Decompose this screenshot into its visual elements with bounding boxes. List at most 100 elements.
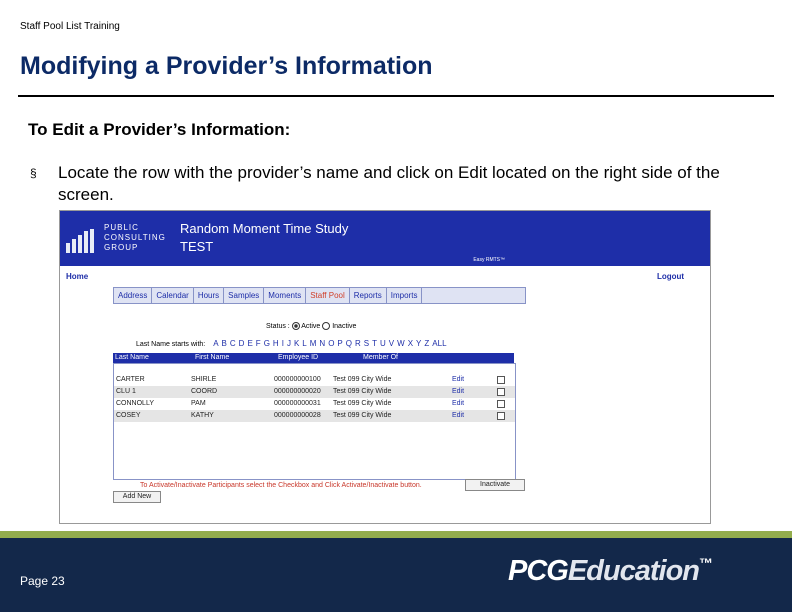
logout-link[interactable]: Logout [657,272,684,281]
letter-link-o[interactable]: O [328,339,334,348]
page-title: Modifying a Provider’s Information [20,52,433,80]
letter-link-all[interactable]: ALL [432,339,446,348]
status-label: Status : [266,322,290,330]
cell-last: CARTER [116,376,145,383]
cell-id: 000000000028 [274,412,321,419]
letter-link-c[interactable]: C [230,339,236,348]
letter-link-i[interactable]: I [282,339,284,348]
letter-links: A B C D E F G H I J K L M N O P Q R S T U V W X Y Z ALL [213,339,449,348]
cell-first: KATHY [191,412,214,419]
powered-by: Easy RMTS™ [473,257,505,263]
letter-link-z[interactable]: Z [424,339,429,348]
row-checkbox[interactable] [497,412,505,420]
edit-link[interactable]: Edit [452,412,464,419]
edit-link[interactable]: Edit [452,400,464,407]
bullet-icon: § [30,166,37,180]
letter-filter: Last Name starts with: ABCDEFGHIJKLMNOPQ… [136,339,450,348]
cell-member: Test 099 City Wide [333,388,392,395]
app-header: PUBLIC CONSULTING GROUP Random Moment Ti… [60,211,710,266]
letter-link-j[interactable]: J [287,339,291,348]
menu-item-address[interactable]: Address [114,288,153,303]
col-employee-id: Employee ID [278,354,319,361]
menu-item-reports[interactable]: Reports [350,288,387,303]
cell-member: Test 099 City Wide [333,376,392,383]
app-screenshot: PUBLIC CONSULTING GROUP Random Moment Ti… [59,210,711,524]
pcg-logo-icon [66,229,100,253]
row-checkbox[interactable] [497,376,505,384]
menu-item-hours[interactable]: Hours [194,288,225,303]
letter-link-k[interactable]: K [294,339,299,348]
edit-link[interactable]: Edit [452,376,464,383]
pcg-education-logo: PCGEducation™ [508,555,713,588]
letter-link-n[interactable]: N [319,339,325,348]
cell-member: Test 099 City Wide [333,400,392,407]
letter-link-a[interactable]: A [213,339,218,348]
brand-education: Education [567,555,700,587]
home-link[interactable]: Home [66,272,88,281]
cell-id: 000000000031 [274,400,321,407]
letter-link-h[interactable]: H [273,339,279,348]
letter-link-d[interactable]: D [239,339,245,348]
main-menu: Address Calendar Hours Samples Moments S… [113,287,526,304]
letter-link-v[interactable]: V [389,339,394,348]
col-member-of: Member Of [363,354,399,361]
col-last-name: Last Name [115,354,149,361]
cell-last: CONNOLLY [116,400,154,407]
cell-id: 000000000020 [274,388,321,395]
table-row: CONNOLLY PAM 000000000031 Test 099 City … [114,398,515,410]
col-first-name: First Name [195,354,230,361]
status-inactive-label: Inactive [332,322,357,330]
cell-member: Test 099 City Wide [333,412,392,419]
add-new-button[interactable]: Add New [113,491,161,503]
status-active-label: Active [301,322,321,330]
cell-first: PAM [191,400,206,407]
status-inactive-radio[interactable] [322,322,331,330]
row-checkbox[interactable] [497,400,505,408]
menu-item-samples[interactable]: Samples [224,288,265,303]
letter-link-l[interactable]: L [302,339,306,348]
menu-item-staff-pool[interactable]: Staff Pool [306,288,350,303]
letter-link-w[interactable]: W [397,339,405,348]
last-name-label: Last Name starts with: [136,341,206,348]
letter-link-t[interactable]: T [372,339,377,348]
letter-link-e[interactable]: E [247,339,252,348]
letter-link-g[interactable]: G [264,339,270,348]
cell-last: CLU 1 [116,388,136,395]
staff-grid: CARTER SHIRLE 000000000100 Test 099 City… [113,363,516,480]
section-heading: To Edit a Provider’s Information: [28,120,291,139]
instruction-note: To Activate/Inactivate Participants sele… [140,482,422,489]
letter-link-r[interactable]: R [355,339,361,348]
letter-link-f[interactable]: F [256,339,261,348]
grid-header: Last Name First Name Employee ID Member … [113,353,514,363]
table-row: CLU 1 COORD 000000000020 Test 099 City W… [114,386,515,398]
letter-link-u[interactable]: U [380,339,386,348]
footer-accent-bar [0,531,792,538]
brand-pcg: PCG [508,555,569,587]
edit-link[interactable]: Edit [452,388,464,395]
cell-first: SHIRLE [191,376,217,383]
letter-link-y[interactable]: Y [416,339,421,348]
menu-item-calendar[interactable]: Calendar [152,288,194,303]
top-note: Staff Pool List Training [20,21,120,32]
app-title: Random Moment Time Study [180,221,349,236]
logo-text: PUBLIC CONSULTING GROUP [104,223,166,252]
row-checkbox[interactable] [497,388,505,396]
menu-item-moments[interactable]: Moments [264,288,307,303]
table-row: CARTER SHIRLE 000000000100 Test 099 City… [114,374,515,386]
letter-link-m[interactable]: M [310,339,317,348]
letter-link-b[interactable]: B [222,339,227,348]
cell-first: COORD [191,388,218,395]
inactivate-button[interactable]: Inactivate [465,479,525,491]
menu-item-imports[interactable]: Imports [387,288,423,303]
letter-link-p[interactable]: P [337,339,342,348]
letter-link-x[interactable]: X [408,339,413,348]
bullet-text: Locate the row with the provider’s name … [58,163,720,204]
status-active-radio[interactable] [291,322,300,330]
letter-link-s[interactable]: S [364,339,369,348]
status-filter: Status : Active Inactive [266,322,356,330]
letter-link-q[interactable]: Q [346,339,352,348]
table-row: COSEY KATHY 000000000028 Test 099 City W… [114,410,515,422]
page-number: Page 23 [20,574,65,588]
title-divider [18,95,774,97]
cell-last: COSEY [116,412,141,419]
